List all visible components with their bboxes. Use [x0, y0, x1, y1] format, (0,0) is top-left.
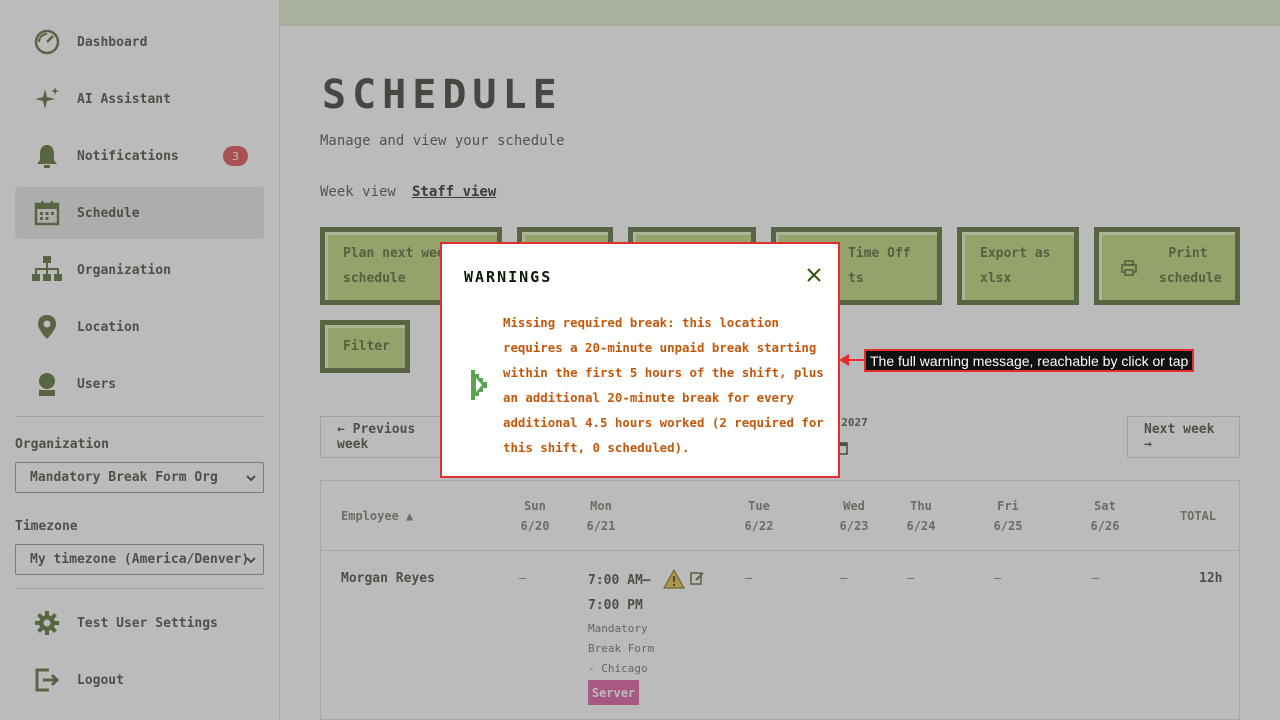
close-icon[interactable]	[805, 266, 823, 284]
callout-arrow-line	[848, 359, 864, 361]
dialog-title: WARNINGS	[464, 268, 553, 286]
expand-arrow-icon	[468, 368, 492, 406]
annotation-callout: The full warning message, reachable by c…	[864, 349, 1195, 372]
warning-message[interactable]: Missing required break: this location re…	[503, 310, 829, 460]
warnings-dialog: WARNINGS Missing required break: this lo…	[440, 242, 840, 478]
callout-arrow-head	[839, 354, 849, 366]
